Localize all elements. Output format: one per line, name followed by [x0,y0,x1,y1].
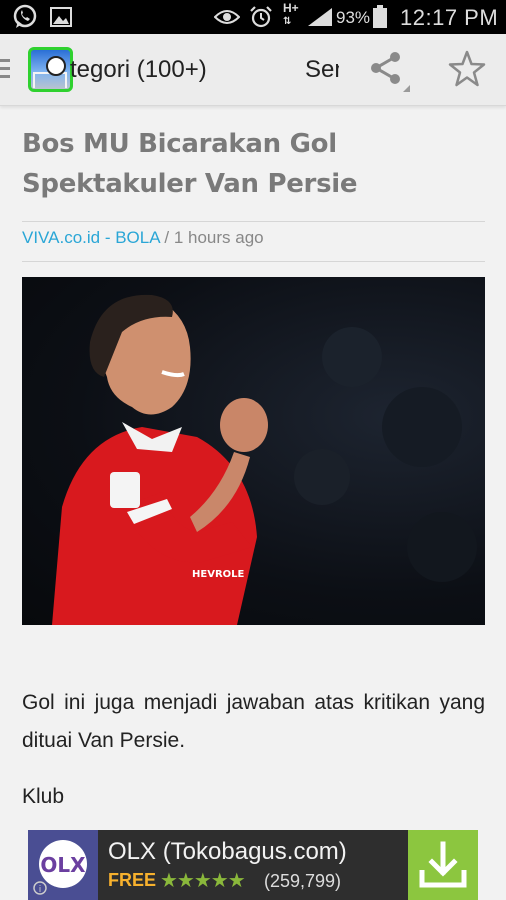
olx-logo: OLX i [28,830,98,900]
download-button[interactable] [408,830,478,900]
article-paragraph: Gol ini juga menjadi jawaban atas kritik… [22,691,485,752]
tab-next-category[interactable]: Sen [305,56,339,84]
battery-icon [373,5,387,28]
whatsapp-icon [13,4,37,28]
review-count: (259,799) [264,871,342,891]
article-headline: Bos MU Bicarakan Gol Spektakuler Van Per… [22,129,358,199]
battery-percent: 93% [336,8,371,27]
clock: 12:17 PM [400,5,499,30]
alarm-icon [250,6,272,28]
drawer-icon[interactable] [0,59,10,79]
article-paragraph: Klub [22,785,65,808]
time-ago: 1 hours ago [173,228,264,247]
svg-text:i: i [39,885,42,895]
gallery-icon [50,7,72,27]
action-bar: tegori (100+) Sen [0,34,506,106]
app-logo[interactable] [28,47,73,92]
category-title[interactable]: tegori (100+) [70,56,207,84]
eye-icon [214,10,240,24]
ad-title: OLX (Tokobagus.com) [108,838,347,865]
meta-separator: / [159,228,174,247]
share-icon [371,52,410,92]
divider [22,221,485,222]
ad-banner[interactable]: OLX i OLX (Tokobagus.com) FREE ★★★★★ (25… [28,830,478,900]
article-photo: HEVROLE [22,277,485,625]
download-icon [419,841,467,888]
olx-logo-text: OLX [40,853,86,877]
rating-stars: ★★★★★ [160,870,246,892]
svg-text:HEVROLE: HEVROLE [192,569,245,580]
favorite-button[interactable] [446,48,488,90]
star-icon [448,50,486,87]
share-button[interactable] [366,48,414,92]
network-type: H+ ⇅ [283,1,299,27]
article-meta: VIVA.co.id - BOLA / 1 hours ago [22,228,264,248]
signal-icon [308,8,332,26]
source-link[interactable]: VIVA.co.id - BOLA [22,228,160,247]
divider [22,261,485,262]
status-bar: H+ ⇅ 93% 12:17 PM [0,0,506,34]
ad-price: FREE [108,870,157,890]
